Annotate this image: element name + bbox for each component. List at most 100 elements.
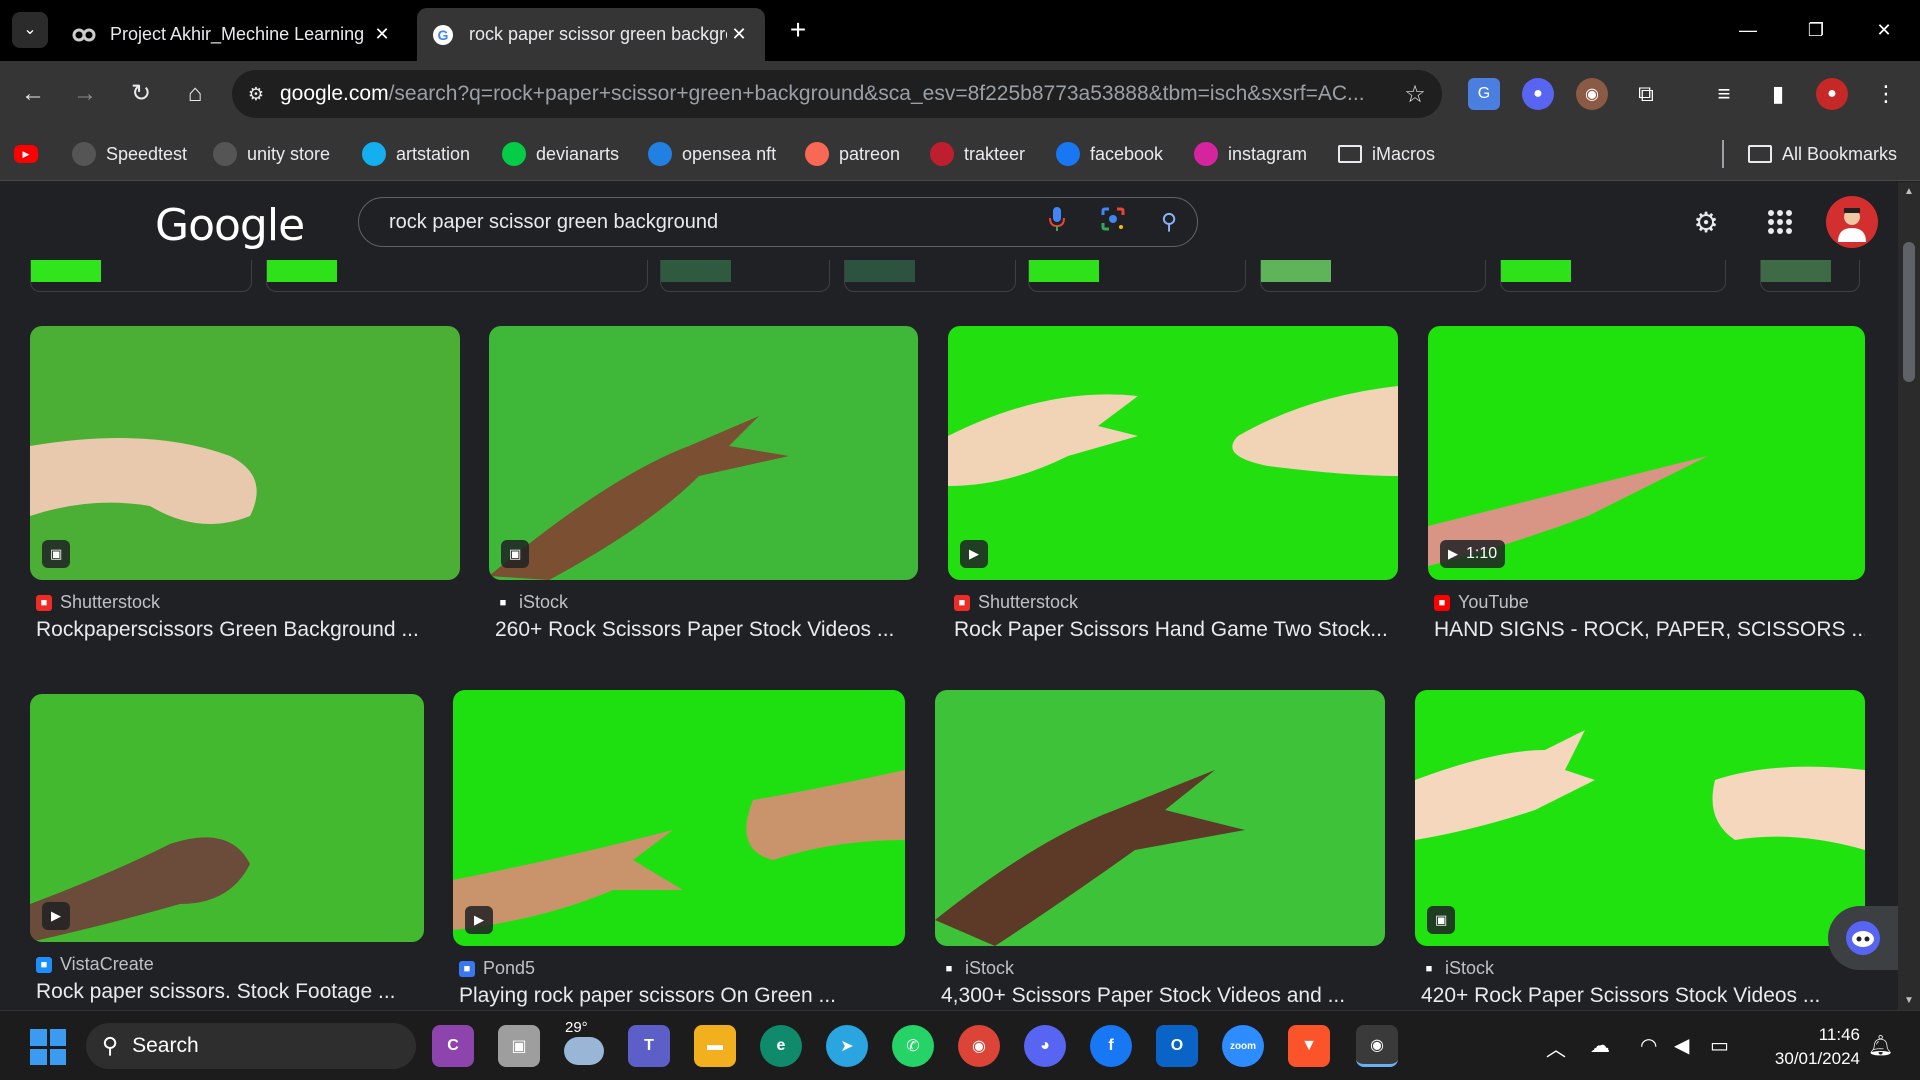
result-source[interactable]: ■ VistaCreate bbox=[36, 954, 154, 975]
image-result-thumbnail[interactable] bbox=[935, 690, 1385, 946]
scroll-up-arrow[interactable]: ▲ bbox=[1898, 186, 1920, 197]
outlook-icon[interactable]: O bbox=[1156, 1025, 1198, 1067]
facebook-icon[interactable]: f bbox=[1090, 1025, 1132, 1067]
address-bar[interactable]: ⚙ google.com/search?q=rock+paper+scissor… bbox=[232, 70, 1442, 118]
reload-button[interactable]: ↻ bbox=[122, 75, 160, 113]
result-source[interactable]: ■ Shutterstock bbox=[954, 592, 1078, 613]
image-result-thumbnail[interactable]: ▶ bbox=[453, 690, 905, 946]
google-logo[interactable]: Google bbox=[155, 200, 305, 251]
image-result-thumbnail[interactable]: ▣ bbox=[30, 326, 460, 580]
menu-icon[interactable]: ⋮ bbox=[1870, 78, 1902, 110]
bookmark-speedtest[interactable]: Speedtest bbox=[72, 139, 187, 169]
profile-avatar[interactable]: ● bbox=[1816, 78, 1848, 110]
image-result-thumbnail[interactable]: ▶ bbox=[30, 694, 424, 942]
tab-google-images[interactable]: G rock paper scissor green background ✕ bbox=[417, 8, 765, 61]
search-icon[interactable]: ⚲ bbox=[1141, 209, 1197, 235]
back-button[interactable]: ← bbox=[14, 75, 52, 113]
image-result-thumbnail[interactable]: ▣ bbox=[1415, 690, 1865, 946]
file-explorer-icon[interactable]: ▬ bbox=[694, 1025, 736, 1067]
wifi-icon[interactable]: ◠ bbox=[1640, 1033, 1657, 1058]
discord-icon[interactable]: ◕ bbox=[1024, 1025, 1066, 1067]
url-text[interactable]: google.com/search?q=rock+paper+scissor+g… bbox=[280, 82, 1388, 106]
tab-search-button[interactable]: ⌄ bbox=[12, 12, 48, 48]
scroll-down-arrow[interactable]: ▼ bbox=[1898, 995, 1920, 1006]
chrome-icon[interactable]: ◉ bbox=[958, 1025, 1000, 1067]
side-panel-icon[interactable]: ▮ bbox=[1762, 78, 1794, 110]
account-avatar[interactable] bbox=[1826, 196, 1878, 248]
weather-widget[interactable]: 29° bbox=[565, 1019, 588, 1036]
site-info-icon[interactable]: ⚙ bbox=[232, 84, 280, 105]
teams-icon[interactable]: T bbox=[628, 1025, 670, 1067]
related-searches-strip bbox=[0, 250, 1898, 300]
bookmark-opensea-nft[interactable]: opensea nft bbox=[648, 139, 776, 169]
telegram-icon[interactable]: ➤ bbox=[826, 1025, 868, 1067]
result-source[interactable]: ■ YouTube bbox=[1434, 592, 1529, 613]
extension-face-icon[interactable]: ◉ bbox=[1576, 78, 1608, 110]
forward-button[interactable]: → bbox=[66, 75, 104, 113]
minimize-button[interactable]: — bbox=[1718, 10, 1778, 50]
lens-search-icon[interactable] bbox=[1085, 206, 1141, 238]
media-control-icon[interactable]: ≡ bbox=[1708, 78, 1740, 110]
all-bookmarks-button[interactable]: All Bookmarks bbox=[1748, 139, 1897, 169]
bookmark-unity-store[interactable]: unity store bbox=[213, 139, 330, 169]
result-title-link[interactable]: 260+ Rock Scissors Paper Stock Videos ..… bbox=[495, 618, 918, 642]
result-source[interactable]: ■ Pond5 bbox=[459, 958, 535, 979]
tab-project-akhir[interactable]: Project Akhir_Mechine Learning ✕ bbox=[58, 8, 408, 61]
google-translate-icon[interactable]: G bbox=[1468, 78, 1500, 110]
result-title-link[interactable]: 4,300+ Scissors Paper Stock Videos and .… bbox=[941, 984, 1385, 1008]
result-title-link[interactable]: Rockpaperscissors Green Background ... bbox=[36, 618, 460, 642]
image-result-thumbnail[interactable]: ▶ 1:10 bbox=[1428, 326, 1865, 580]
result-source[interactable]: ■ iStock bbox=[1421, 958, 1494, 979]
image-result-thumbnail[interactable]: ▶ bbox=[948, 326, 1398, 580]
result-title-link[interactable]: 420+ Rock Paper Scissors Stock Videos ..… bbox=[1421, 984, 1865, 1008]
task-view-icon[interactable]: ▣ bbox=[498, 1025, 540, 1067]
ai-extension-icon[interactable]: ● bbox=[1522, 78, 1554, 110]
restore-button[interactable]: ❐ bbox=[1786, 10, 1846, 50]
settings-gear-icon[interactable]: ⚙ bbox=[1686, 202, 1726, 242]
bookmark-devianarts[interactable]: devianarts bbox=[502, 139, 619, 169]
close-icon[interactable]: ✕ bbox=[370, 24, 394, 45]
bookmark-artstation[interactable]: artstation bbox=[362, 139, 470, 169]
bookmark-youtube[interactable]: ▶ bbox=[14, 139, 48, 169]
bookmark-trakteer[interactable]: trakteer bbox=[930, 139, 1025, 169]
result-title-link[interactable]: Playing rock paper scissors On Green ... bbox=[459, 984, 905, 1008]
extensions-puzzle-icon[interactable]: ⧉ bbox=[1630, 78, 1662, 110]
volume-icon[interactable]: ◀ bbox=[1674, 1033, 1689, 1058]
close-window-button[interactable]: ✕ bbox=[1854, 10, 1914, 50]
assistant-floating-button[interactable] bbox=[1828, 906, 1898, 970]
zoom-icon[interactable]: zoom bbox=[1222, 1025, 1264, 1067]
onedrive-cloud-icon[interactable]: ☁ bbox=[1590, 1033, 1610, 1058]
result-title-link[interactable]: HAND SIGNS - ROCK, PAPER, SCISSORS ... bbox=[1434, 618, 1865, 642]
scrollbar-thumb[interactable] bbox=[1903, 242, 1915, 382]
bookmark-patreon[interactable]: patreon bbox=[805, 139, 900, 169]
page-scrollbar[interactable]: ▲ ▼ bbox=[1898, 182, 1920, 1010]
home-button[interactable]: ⌂ bbox=[176, 75, 214, 113]
image-result-thumbnail[interactable]: ▣ bbox=[489, 326, 918, 580]
windows-start-button[interactable] bbox=[30, 1029, 66, 1065]
brave-icon[interactable]: ▼ bbox=[1288, 1025, 1330, 1067]
chrome-active-icon[interactable]: ◉ bbox=[1356, 1025, 1398, 1067]
copilot-icon[interactable]: C bbox=[432, 1025, 474, 1067]
whatsapp-icon[interactable]: ✆ bbox=[892, 1025, 934, 1067]
bookmark-imacros[interactable]: iMacros bbox=[1338, 139, 1435, 169]
voice-search-icon[interactable] bbox=[1029, 206, 1085, 238]
close-icon[interactable]: ✕ bbox=[727, 24, 751, 45]
notification-bell-icon[interactable]: 🔔︎ bbox=[1868, 1033, 1893, 1058]
edge-icon[interactable]: e bbox=[760, 1025, 802, 1067]
bookmark-facebook[interactable]: facebook bbox=[1056, 139, 1163, 169]
show-hidden-icons[interactable]: ︿ bbox=[1546, 1033, 1566, 1062]
result-source[interactable]: ■ iStock bbox=[495, 592, 568, 613]
result-source[interactable]: ■ Shutterstock bbox=[36, 592, 160, 613]
google-apps-icon[interactable] bbox=[1760, 202, 1800, 242]
taskbar-search[interactable]: ⚲ Search bbox=[86, 1023, 416, 1069]
result-source[interactable]: ■ iStock bbox=[941, 958, 1014, 979]
search-input[interactable] bbox=[359, 210, 1029, 234]
result-title-link[interactable]: Rock Paper Scissors Hand Game Two Stock.… bbox=[954, 618, 1398, 642]
search-box[interactable]: ⚲ bbox=[358, 197, 1198, 247]
bookmark-star-icon[interactable]: ☆ bbox=[1388, 80, 1442, 109]
result-title-link[interactable]: Rock paper scissors. Stock Footage ... bbox=[36, 980, 424, 1004]
bookmark-instagram[interactable]: instagram bbox=[1194, 139, 1307, 169]
new-tab-button[interactable]: + bbox=[780, 12, 816, 48]
battery-icon[interactable]: ▭ bbox=[1710, 1033, 1729, 1058]
clock[interactable]: 11:46 30/01/2024 bbox=[1750, 1023, 1860, 1071]
